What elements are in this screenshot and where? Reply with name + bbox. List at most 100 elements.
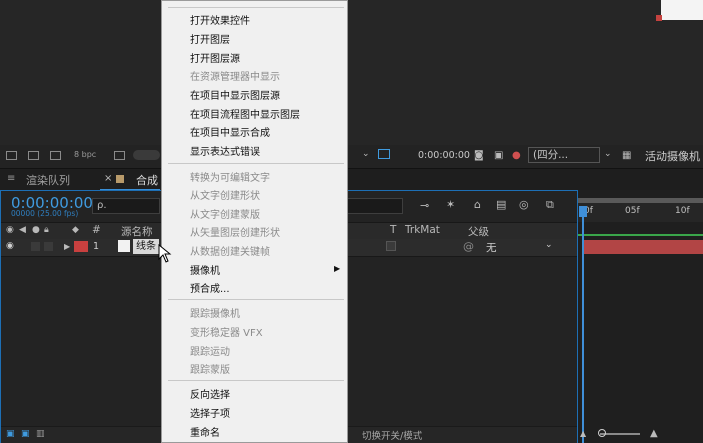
frame-count: 00000 (25.00 fps)	[11, 209, 79, 218]
menu-item-reveal-in-explorer[interactable]: 在资源管理器中显示	[190, 68, 280, 83]
region-of-interest-icon[interactable]	[378, 149, 390, 159]
active-camera-dropdown[interactable]: 活动摄像机	[645, 148, 700, 164]
layer-type-icon	[118, 240, 130, 252]
menu-item-reveal-composition[interactable]: 在项目中显示合成	[190, 124, 270, 139]
layer-search-input-extension[interactable]	[348, 198, 403, 214]
toggle-switches-modes-button[interactable]: 切换开关/模式	[362, 428, 422, 442]
menu-item-open-effect-controls[interactable]: 打开效果控件	[190, 12, 250, 27]
playhead-handle[interactable]	[579, 206, 587, 217]
lock-icon[interactable]: 🔒︎	[44, 225, 49, 235]
chevron-down-icon[interactable]: ⌄	[362, 149, 370, 159]
motion-blur-icon[interactable]: ◎	[519, 198, 529, 211]
column-trkmat[interactable]: TrkMat	[405, 224, 440, 236]
solo-icon[interactable]: ●	[32, 225, 40, 235]
interpret-footage-icon[interactable]	[6, 151, 17, 160]
tab-composition[interactable]: 合成	[136, 172, 158, 188]
parent-dropdown[interactable]: 无	[486, 240, 497, 255]
viewer-white-area	[661, 0, 703, 20]
column-source-name[interactable]: 源名称	[121, 224, 153, 239]
label-tag-icon[interactable]: ◆	[72, 225, 79, 235]
timeline-graph-area[interactable]	[578, 190, 703, 443]
menu-item-select-children[interactable]: 选择子项	[190, 405, 230, 420]
menu-item-create-keyframes-from-data[interactable]: 从数据创建关键帧	[190, 243, 270, 258]
layer-lock-switch[interactable]	[44, 242, 53, 251]
layer-label-color[interactable]	[74, 241, 88, 252]
tab-render-queue[interactable]: 渲染队列	[26, 172, 70, 188]
menu-item-create-shapes-from-text[interactable]: 从文字创建形状	[190, 187, 260, 202]
transparency-grid-icon[interactable]: ▦	[622, 150, 631, 161]
menu-separator	[168, 380, 344, 381]
menu-item-reveal-in-flowchart[interactable]: 在项目流程图中显示图层	[190, 106, 300, 121]
viewer-timecode[interactable]: 0:00:00:00	[418, 150, 470, 161]
tab-close-icon[interactable]: ×	[104, 173, 112, 184]
menu-item-camera[interactable]: 摄像机	[190, 262, 220, 277]
menu-item-precompose[interactable]: 预合成...	[190, 280, 230, 295]
menu-item-reveal-layer-source[interactable]: 在项目中显示图层源	[190, 87, 280, 102]
draft-3d-icon[interactable]: ✶	[446, 198, 455, 211]
menu-item-open-layer-source[interactable]: 打开图层源	[190, 50, 240, 65]
panel-menu-icon[interactable]: ≡	[7, 173, 15, 184]
layer-visibility-eye-icon[interactable]: ◉	[6, 241, 14, 251]
snapshot-icon[interactable]: ◙	[474, 150, 484, 161]
playhead-line[interactable]	[582, 206, 584, 443]
frame-blending-icon[interactable]: ▤	[496, 198, 506, 211]
ruler-tick: 10f	[675, 206, 690, 216]
anchor-point-marker	[656, 15, 662, 21]
video-eye-icon[interactable]: ◉	[6, 225, 14, 235]
project-scrollbar[interactable]	[133, 150, 160, 160]
menu-item-convert-editable-text[interactable]: 转换为可编辑文字	[190, 169, 270, 184]
submenu-arrow-icon: ▶	[334, 264, 341, 273]
ruler-tick: 05f	[625, 206, 640, 216]
audio-icon[interactable]: ◀	[19, 225, 26, 235]
track-matte-switch[interactable]	[386, 241, 396, 251]
zoom-out-icon[interactable]: ▲	[580, 429, 586, 438]
parent-chevron-down-icon[interactable]: ⌄	[545, 240, 553, 250]
parent-pickwhip-icon[interactable]: @	[463, 240, 474, 253]
menu-separator	[168, 163, 344, 164]
layer-switches-icon[interactable]: ▣	[6, 429, 15, 439]
delete-icon[interactable]	[114, 151, 125, 160]
mouse-cursor-icon	[158, 244, 172, 263]
menu-item-invert-selection[interactable]: 反向选择	[190, 386, 230, 401]
layer-number: 1	[93, 241, 100, 252]
layer-search-input[interactable]: ρ.	[92, 198, 160, 214]
expand-arrow-icon[interactable]: ▶	[64, 242, 70, 251]
new-folder-icon[interactable]	[28, 151, 39, 160]
layer-duration-bar[interactable]	[584, 240, 703, 254]
timeline-zoom-slider[interactable]	[600, 433, 640, 435]
transfer-controls-icon[interactable]: ▣	[21, 429, 30, 439]
column-number[interactable]: #	[92, 224, 101, 236]
work-area-bar[interactable]	[578, 198, 703, 203]
composition-viewer[interactable]	[0, 0, 703, 145]
menu-item-track-mask[interactable]: 跟踪蒙版	[190, 361, 230, 376]
menu-item-track-motion[interactable]: 跟踪运动	[190, 343, 230, 358]
menu-item-create-shapes-from-vector[interactable]: 从矢量图层创建形状	[190, 224, 280, 239]
menu-item-rename[interactable]: 重命名	[190, 424, 220, 439]
comp-flowchart-icon[interactable]: ⊸	[420, 199, 429, 212]
render-cache-indicator	[578, 234, 703, 236]
zoom-in-icon[interactable]: ▲	[650, 428, 658, 439]
column-t[interactable]: T	[390, 224, 396, 236]
bit-depth-button[interactable]: 8 bpc	[74, 150, 96, 159]
zoom-slider-knob[interactable]	[598, 429, 606, 437]
layer-name-field[interactable]: 线条	[133, 239, 159, 254]
new-composition-icon[interactable]	[50, 151, 61, 160]
menu-item-create-masks-from-text[interactable]: 从文字创建蒙版	[190, 206, 260, 221]
column-parent[interactable]: 父级	[468, 224, 489, 239]
in-out-panes-icon[interactable]: ▥	[36, 429, 45, 439]
shy-layers-icon[interactable]: ⌂	[474, 198, 481, 211]
layer-solo-switch[interactable]	[31, 242, 40, 251]
menu-item-show-expression-errors[interactable]: 显示表达式错误	[190, 143, 260, 158]
menu-item-warp-stabilizer[interactable]: 变形稳定器 VFX	[190, 324, 263, 339]
menu-separator	[168, 299, 344, 300]
quality-chevron-down-icon[interactable]: ⌄	[604, 149, 612, 159]
composition-color-swatch	[116, 175, 124, 183]
menu-item-open-layer[interactable]: 打开图层	[190, 31, 230, 46]
menu-separator	[168, 7, 344, 8]
show-snapshot-icon[interactable]: ▣	[494, 150, 503, 161]
menu-item-track-camera[interactable]: 跟踪摄像机	[190, 305, 240, 320]
channel-icon[interactable]: ●	[512, 150, 521, 161]
resolution-dropdown[interactable]: (四分...	[528, 147, 600, 163]
graph-editor-icon[interactable]: ⧉	[546, 198, 554, 212]
context-menu	[161, 0, 348, 443]
